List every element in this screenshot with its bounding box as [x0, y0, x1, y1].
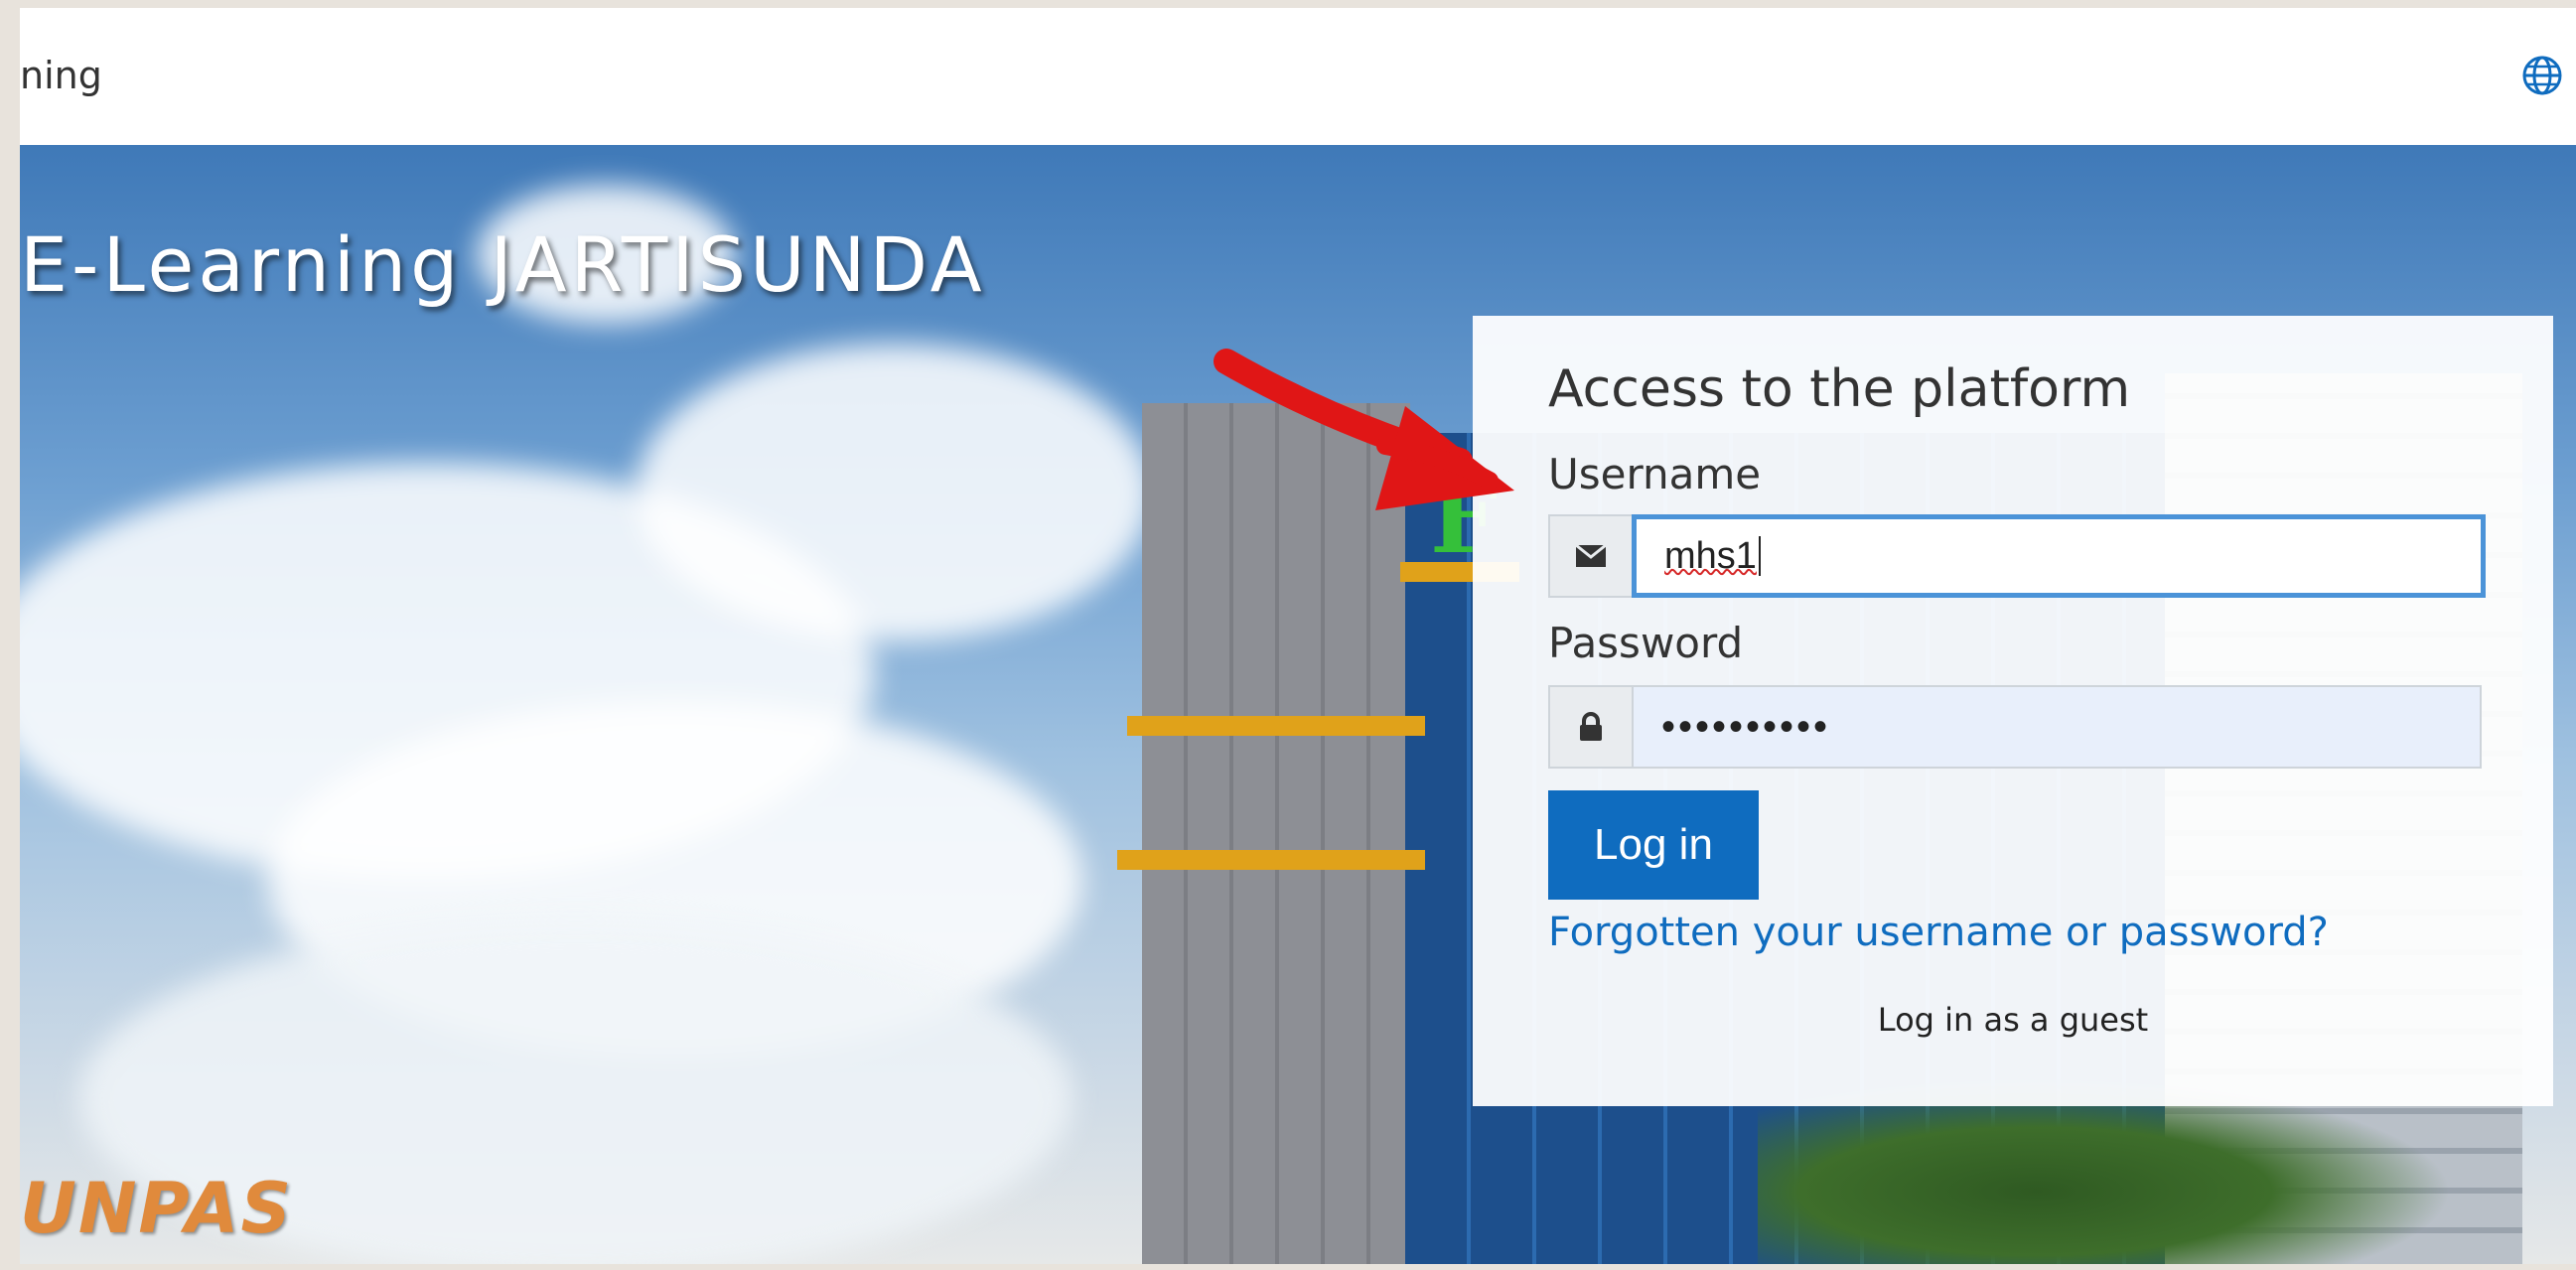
login-heading: Access to the platform — [1548, 359, 2131, 419]
login-button[interactable]: Log in — [1548, 790, 1759, 900]
username-label: Username — [1548, 450, 1762, 498]
annotation-arrow — [1214, 349, 1514, 510]
forgot-password-link[interactable]: Forgotten your username or password? — [1548, 910, 2329, 955]
cloud — [636, 344, 1152, 641]
lock-icon — [1548, 685, 1632, 769]
hero-background: F UNPAS E-Learning JARTISUNDA Access to … — [20, 145, 2576, 1264]
site-name[interactable]: ning — [20, 54, 102, 97]
building-band — [1117, 850, 1425, 870]
password-group: •••••••••• — [1548, 685, 2482, 769]
top-navbar: ning — [20, 8, 2576, 145]
envelope-icon — [1548, 514, 1632, 598]
hero-title: E-Learning JARTISUNDA — [20, 220, 986, 309]
username-input[interactable]: mhs1 — [1632, 514, 2486, 598]
guest-login-link[interactable]: Log in as a guest — [1473, 1001, 2553, 1039]
text-caret — [1758, 536, 1761, 576]
globe-icon[interactable] — [2520, 54, 2564, 97]
building-band — [1127, 716, 1425, 736]
trees — [1758, 1078, 2453, 1264]
username-value: mhs1 — [1664, 534, 1757, 577]
username-group: mhs1 — [1548, 514, 2486, 598]
password-label: Password — [1548, 619, 1744, 667]
login-card: Access to the platform Username mhs1 Pas… — [1473, 316, 2553, 1106]
password-input[interactable]: •••••••••• — [1632, 685, 2482, 769]
campus-sign: UNPAS — [20, 1168, 293, 1249]
page: ning F UNPAS E-Learning JARTISUNDA Acces… — [20, 8, 2576, 1264]
password-mask: •••••••••• — [1661, 704, 1831, 749]
